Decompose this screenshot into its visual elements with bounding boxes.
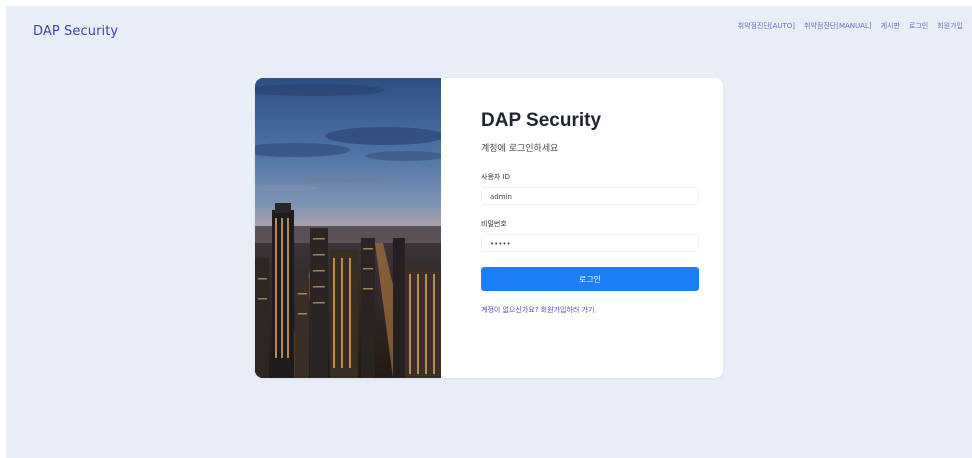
nav-item-vuln-auto[interactable]: 취약점진단[AUTO] xyxy=(738,21,795,31)
login-title: DAP Security xyxy=(481,110,602,131)
login-card: DAP Security 계정에 로그인하세요 사용자 ID admin 비밀번… xyxy=(255,78,723,378)
brand-logo[interactable]: DAP Security xyxy=(33,24,118,39)
nav-item-login[interactable]: 로그인 xyxy=(909,21,928,31)
password-input[interactable]: ••••• xyxy=(481,234,699,252)
username-label: 사용자 ID xyxy=(481,173,510,181)
nav-item-vuln-manual[interactable]: 취약점진단[MANUAL] xyxy=(804,21,872,31)
password-label: 비밀번호 xyxy=(481,220,507,228)
signup-link[interactable]: 계정이 없으신가요? 회원가입하러 가기 xyxy=(481,305,699,315)
city-skyline-image xyxy=(255,78,441,378)
login-form: DAP Security 계정에 로그인하세요 사용자 ID admin 비밀번… xyxy=(481,110,699,315)
username-input[interactable]: admin xyxy=(481,187,699,205)
nav-item-board[interactable]: 게시판 xyxy=(881,21,900,31)
login-button[interactable]: 로그인 xyxy=(481,267,699,291)
top-navigation: 취약점진단[AUTO] 취약점진단[MANUAL] 게시판 로그인 회원가입 xyxy=(738,21,963,31)
nav-item-signup[interactable]: 회원가입 xyxy=(937,21,963,31)
login-subtitle: 계정에 로그인하세요 xyxy=(481,144,559,154)
